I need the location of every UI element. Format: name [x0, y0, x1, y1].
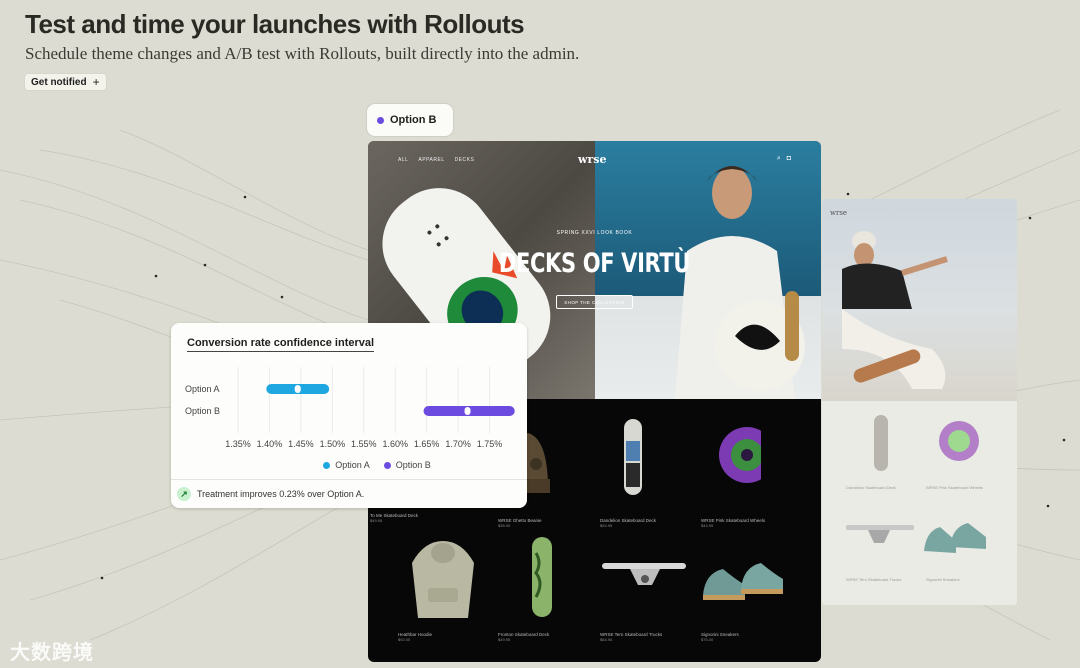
product-price: $75.00 — [701, 637, 714, 642]
product-name: Signorini Sneakers — [926, 577, 960, 582]
hoodie-image — [412, 541, 474, 618]
plus-icon: + — [92, 75, 100, 89]
product-price: $49.95 — [370, 518, 383, 523]
watermark: 大数跨境 — [10, 640, 94, 664]
search-icon[interactable]: ⌕ — [777, 155, 781, 163]
product-card[interactable]: Dandelion Skateboard Deck $54.95 — [600, 419, 710, 528]
secondary-logo: wrse — [830, 209, 848, 217]
legend-dot-a — [323, 461, 331, 469]
sneakers-image — [703, 563, 783, 600]
product-price: $49.95 — [498, 637, 511, 642]
x-tick-label: 1.55% — [351, 439, 377, 449]
bag-icon[interactable]: ◘ — [787, 155, 791, 163]
chart-legend: Option A Option B — [171, 460, 527, 470]
wheel-image — [719, 427, 775, 483]
product-price: $54.95 — [600, 523, 613, 528]
trucks-image — [602, 563, 686, 585]
product-card[interactable]: WRSE Tern Skateboard Trucks $64.95 — [600, 533, 710, 642]
page-title: Test and time your launches with Rollout… — [25, 9, 525, 39]
product-name: WRSE Tern Skateboard Trucks — [846, 577, 902, 582]
product-card[interactable]: Fronton Skateboard Deck $49.95 — [498, 533, 608, 642]
legend-label-a: Option A — [335, 460, 370, 470]
option-b-dot — [377, 116, 384, 124]
storefront-nav: ALL APPAREL DECKS — [398, 157, 474, 163]
page-subtitle: Schedule theme changes and A/B test with… — [25, 44, 580, 63]
shop-collection-button[interactable]: SHOP THE COLLECTION — [556, 295, 633, 309]
get-notified-button[interactable]: Get notified + — [25, 74, 106, 90]
skater-illustration — [842, 231, 948, 389]
hero-headline: DECKS OF VIRTÙ — [498, 248, 691, 279]
card-footer: ↗ Treatment improves 0.23% over Option A… — [171, 479, 527, 508]
x-tick-label: 1.60% — [382, 439, 408, 449]
secondary-products — [846, 415, 986, 553]
storefront-logo[interactable]: wrse — [578, 153, 606, 166]
confidence-interval-chart: 1.35% 1.40% 1.45% 1.50% 1.55% 1.60% 1.65% 1.70%… — [185, 367, 515, 449]
nav-item-all[interactable]: ALL — [398, 157, 408, 163]
interval-point — [294, 385, 301, 393]
secondary-product-grid: Dandelion Skateboard Deck WRSE Pink Skat… — [822, 401, 1017, 605]
product-card[interactable]: Signorini Sneakers $75.00 — [701, 533, 811, 642]
storefront-preview-secondary: wrse Dandelion Skateboard Deck WRSE Pink… — [822, 199, 1017, 605]
x-tick-label: 1.65% — [414, 439, 440, 449]
product-card[interactable]: Heathbar Hoodie $92.00 — [398, 533, 508, 642]
footer-text: Treatment improves 0.23% over Option A. — [197, 489, 365, 499]
y-category-label: Option B — [185, 406, 220, 416]
interval-point — [464, 407, 471, 415]
product-name: WRSE Pink Skateboard Wheels — [926, 485, 983, 490]
product-price: $64.95 — [600, 637, 613, 642]
nav-item-decks[interactable]: DECKS — [455, 157, 475, 163]
product-price: $44.95 — [701, 523, 714, 528]
x-tick-label: 1.35% — [225, 439, 251, 449]
deck-image — [532, 537, 552, 617]
confidence-interval-card: Conversion rate confidence interval 1.35… — [171, 323, 527, 508]
option-b-label: Option B — [390, 114, 437, 126]
secondary-hero: wrse — [822, 199, 1017, 401]
legend-item-option-b: Option B — [383, 460, 431, 470]
product-price: $35.00 — [498, 523, 511, 528]
x-tick-label: 1.70% — [445, 439, 471, 449]
deck-image — [624, 419, 642, 495]
get-notified-label: Get notified — [31, 76, 87, 88]
legend-label-b: Option B — [395, 460, 431, 470]
product-name: Dandelion Skateboard Deck — [846, 485, 896, 490]
lookbook-label: SPRING XXVI LOOK BOOK — [556, 230, 633, 236]
x-tick-label: 1.45% — [288, 439, 314, 449]
x-tick-label: 1.75% — [477, 439, 503, 449]
x-tick-label: 1.50% — [320, 439, 346, 449]
nav-item-apparel[interactable]: APPAREL — [418, 157, 444, 163]
legend-dot-b — [383, 461, 391, 469]
legend-item-option-a: Option A — [323, 460, 370, 470]
x-tick-label: 1.40% — [257, 439, 283, 449]
storefront-icons: ⌕ ◘ — [777, 155, 791, 163]
arrow-up-right-icon: ↗ — [177, 487, 191, 501]
y-category-label: Option A — [185, 384, 220, 394]
product-price: $92.00 — [398, 637, 411, 642]
option-b-pill[interactable]: Option B — [367, 104, 453, 136]
product-card[interactable]: WRSE Pink Skateboard Wheels $44.95 — [701, 419, 811, 528]
